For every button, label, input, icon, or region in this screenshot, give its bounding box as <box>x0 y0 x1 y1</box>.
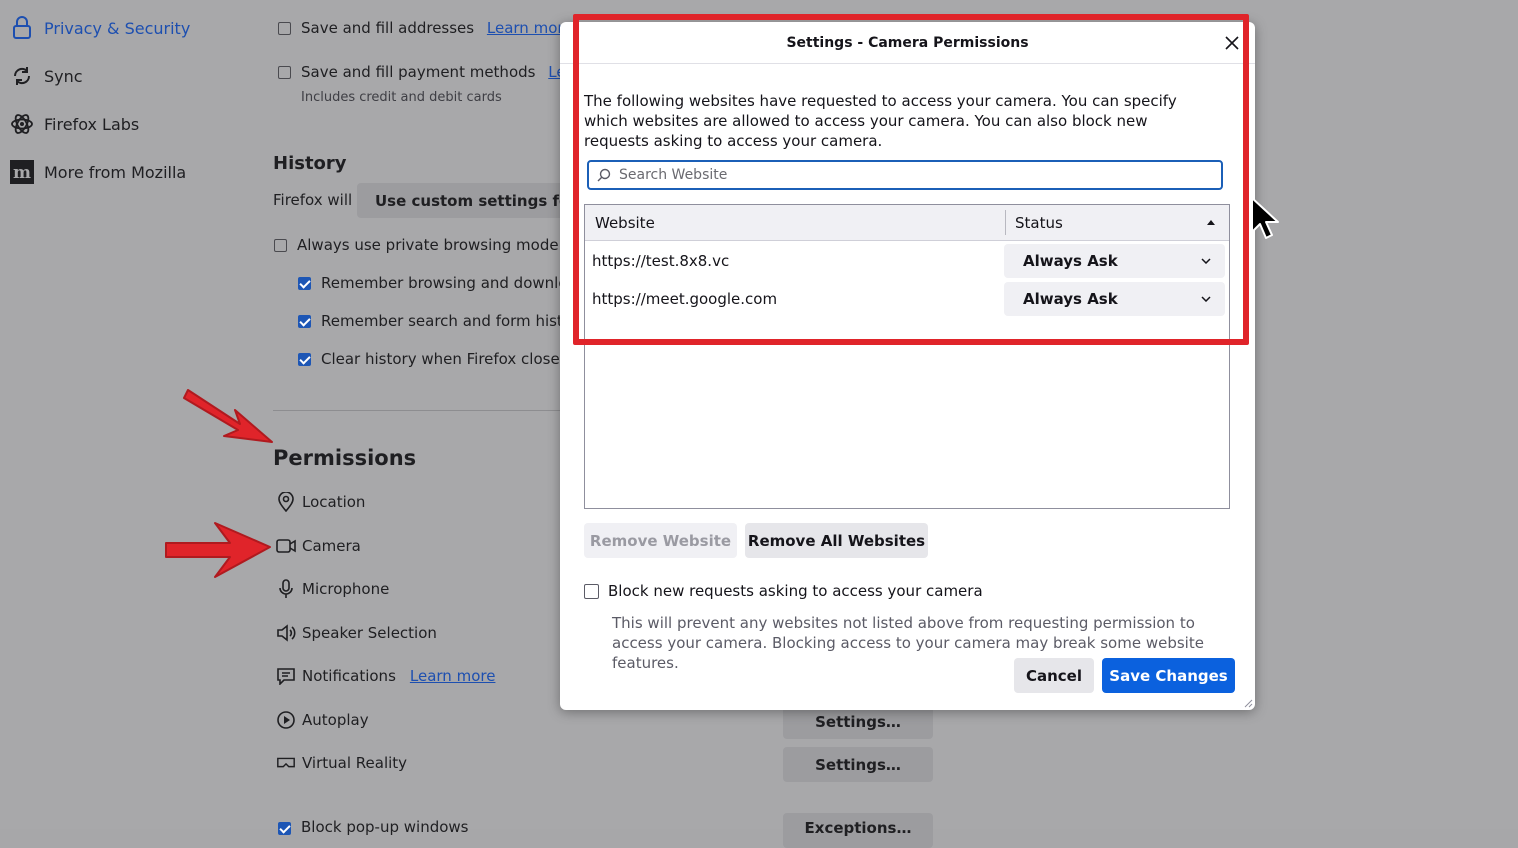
sync-icon <box>10 64 34 88</box>
search-website-field[interactable] <box>587 160 1223 190</box>
permission-location: Location <box>276 492 365 512</box>
permission-microphone: Microphone <box>276 579 389 599</box>
labs-icon <box>10 112 34 136</box>
sidebar-item-label: Sync <box>44 66 83 86</box>
permission-label: Microphone <box>302 580 390 598</box>
remember-browsing-checkbox[interactable] <box>298 277 311 290</box>
permission-label: Virtual Reality <box>302 754 408 772</box>
close-icon <box>1225 36 1239 50</box>
permission-label: Speaker Selection <box>302 624 437 642</box>
status-value: Always Ask <box>1023 290 1118 308</box>
camera-permissions-dialog: Settings - Camera Permissions The follow… <box>560 22 1255 710</box>
chevron-down-icon <box>1201 258 1211 264</box>
clear-history-checkbox[interactable] <box>298 353 311 366</box>
close-button[interactable] <box>1221 32 1243 54</box>
annotation-arrow-camera-icon <box>165 522 271 578</box>
status-dropdown[interactable]: Always Ask <box>1004 244 1225 278</box>
save-payment-label: Save and fill payment methods Learn <box>301 63 590 81</box>
permission-label: Location <box>302 493 366 511</box>
sort-ascending-icon <box>1207 220 1215 225</box>
remove-all-websites-button[interactable]: Remove All Websites <box>745 523 928 558</box>
permission-autoplay: Autoplay <box>276 710 369 730</box>
save-addresses-checkbox[interactable] <box>278 22 291 35</box>
microphone-icon <box>276 579 296 599</box>
remember-browsing-label: Remember browsing and downloa <box>321 274 577 292</box>
sidebar-item-label: Privacy & Security <box>44 18 191 38</box>
website-cell: https://meet.google.com <box>592 290 778 308</box>
save-payment-checkbox[interactable] <box>278 66 291 79</box>
speaker-icon <box>276 623 296 643</box>
payment-sub-text: Includes credit and debit cards <box>301 90 502 105</box>
sidebar-item-firefox-labs[interactable]: Firefox Labs <box>10 112 139 136</box>
dialog-description: The following websites have requested to… <box>584 92 1177 150</box>
column-header-status[interactable]: Status <box>1015 205 1063 240</box>
mouse-cursor-icon <box>1251 197 1279 239</box>
status-value: Always Ask <box>1023 252 1118 270</box>
svg-text:m: m <box>13 163 31 183</box>
remember-search-label: Remember search and form histor <box>321 312 579 330</box>
notifications-learn-more-link[interactable]: Learn more <box>410 667 496 685</box>
private-mode-label: Always use private browsing mode <box>297 236 559 254</box>
dialog-title: Settings - Camera Permissions <box>786 35 1029 51</box>
location-icon <box>276 492 296 512</box>
notification-icon <box>276 666 296 686</box>
sidebar-item-label: Firefox Labs <box>44 114 140 134</box>
permissions-heading: Permissions <box>273 446 417 470</box>
vr-icon <box>276 753 296 773</box>
remove-website-button[interactable]: Remove Website <box>584 523 737 558</box>
sidebar-item-privacy-security[interactable]: Privacy & Security <box>10 16 190 40</box>
column-separator <box>1005 210 1006 235</box>
permission-speaker-selection: Speaker Selection <box>276 623 437 643</box>
section-divider <box>273 410 563 411</box>
cancel-button[interactable]: Cancel <box>1014 658 1094 693</box>
annotation-arrow-permissions-icon <box>183 389 273 443</box>
table-row[interactable]: https://meet.google.com Always Ask <box>585 280 1229 318</box>
history-mode-select[interactable]: Use custom settings for h <box>357 183 567 218</box>
private-mode-checkbox[interactable] <box>274 239 287 252</box>
block-new-requests-label: Block new requests asking to access your… <box>608 582 983 600</box>
save-addresses-label: Save and fill addresses Learn more <box>301 19 573 37</box>
permission-virtual-reality: Virtual Reality <box>276 753 407 773</box>
save-changes-button[interactable]: Save Changes <box>1102 658 1235 693</box>
autoplay-icon <box>276 710 296 730</box>
search-website-input[interactable] <box>617 166 1221 184</box>
sidebar-item-more-from-mozilla[interactable]: m More from Mozilla <box>10 160 186 184</box>
permission-label: Notifications <box>302 667 396 685</box>
status-dropdown[interactable]: Always Ask <box>1004 282 1225 316</box>
search-icon <box>597 168 611 182</box>
table-header: Website Status <box>585 205 1229 241</box>
resize-grip-icon[interactable] <box>1243 698 1253 708</box>
clear-history-label: Clear history when Firefox closes <box>321 350 568 368</box>
table-row[interactable]: https://test.8x8.vc Always Ask <box>585 242 1229 280</box>
permissions-table: Website Status https://test.8x8.vc Alway… <box>584 204 1230 509</box>
popups-exceptions-button[interactable]: Exceptions… <box>783 813 933 848</box>
dialog-header-divider <box>560 63 1255 64</box>
history-heading: History <box>273 153 347 174</box>
permission-camera: Camera <box>276 536 361 556</box>
lock-icon <box>10 16 34 40</box>
permission-label: Autoplay <box>302 711 369 729</box>
chevron-down-icon <box>1201 296 1211 302</box>
camera-icon <box>276 536 296 556</box>
sidebar-item-label: More from Mozilla <box>44 162 187 182</box>
permission-notifications: Notifications Learn more <box>276 666 495 686</box>
vr-settings-button[interactable]: Settings… <box>783 747 933 782</box>
mozilla-icon: m <box>10 160 34 184</box>
remember-search-checkbox[interactable] <box>298 315 311 328</box>
block-popups-label: Block pop-up windows <box>301 818 469 836</box>
permission-label: Camera <box>302 537 361 555</box>
block-new-requests-checkbox[interactable] <box>584 584 599 599</box>
sidebar-item-sync[interactable]: Sync <box>10 64 83 88</box>
firefox-will-label: Firefox will <box>273 191 353 209</box>
website-cell: https://test.8x8.vc <box>592 252 730 270</box>
column-header-website[interactable]: Website <box>595 205 655 240</box>
